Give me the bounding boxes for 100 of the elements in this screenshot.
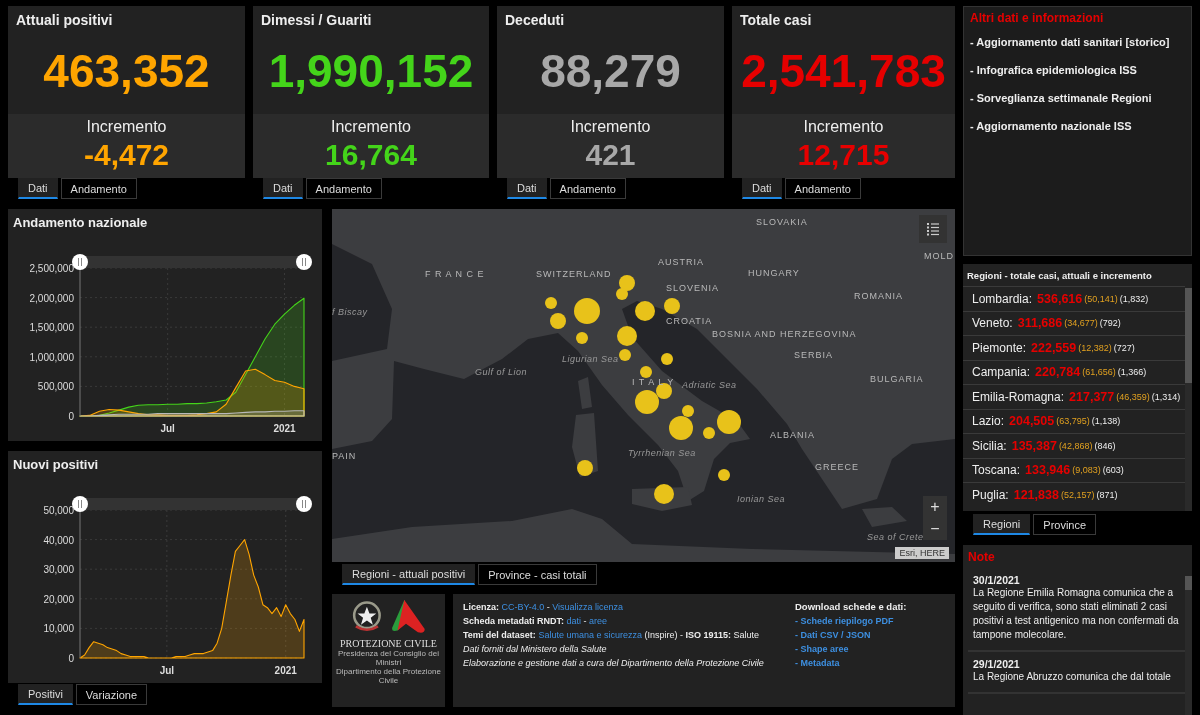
link[interactable]: dati: [566, 616, 582, 626]
region-increment: (792): [1099, 318, 1121, 329]
region-name: Campania:: [972, 365, 1031, 380]
note-text: La Regione Emilia Romagna comunica che a seguito di verifica, sono stati eliminati 2 casi positivi a test antigenico ma non confermati da tampone molecolare.: [973, 586, 1180, 642]
y-tick-label: 50,000: [43, 505, 74, 516]
region-row[interactable]: Piemonte: 222,559 (12,382) (727): [963, 335, 1185, 360]
tab[interactable]: Positivi: [18, 684, 73, 705]
map-label: Sea of Crete: [867, 532, 924, 542]
region-current: (9,083): [1072, 465, 1101, 476]
info-link[interactable]: - Sorveglianza settimanale Regioni: [970, 91, 1185, 105]
region-total: 311,686: [1017, 316, 1063, 331]
region-current: (42,868): [1058, 440, 1093, 451]
range-slider[interactable]: [72, 254, 312, 270]
region-current: (52,157): [1060, 489, 1095, 500]
region-current: (12,382): [1078, 342, 1112, 353]
chart-title: Nuovi positivi: [12, 456, 100, 474]
legend-icon[interactable]: [919, 215, 947, 243]
tab[interactable]: Province - casi totali: [478, 564, 597, 585]
region-current: (34,677): [1064, 318, 1098, 329]
map-attribution: Esri, HERE: [895, 547, 949, 559]
tab[interactable]: Dati: [263, 178, 303, 199]
map-label: SLOVENIA: [666, 283, 720, 293]
info-link[interactable]: - Aggiornamento dati sanitari [storico]: [970, 35, 1185, 49]
download-link[interactable]: - Dati CSV / JSON: [795, 628, 945, 642]
x-tick-label: 2021: [273, 423, 296, 434]
info-line: Temi del dataset: Salute umana e sicurezza (Inspire) - ISO 19115: Salute: [463, 629, 761, 642]
map-label: SWITZERLAND: [536, 269, 612, 279]
increment-value: -4,472: [82, 138, 171, 172]
increment-value: 16,764: [324, 138, 418, 172]
tab[interactable]: Regioni: [973, 514, 1031, 535]
link[interactable]: Visualizza licenza: [552, 602, 624, 612]
increment-label: Incremento: [802, 118, 885, 136]
logo-subtitle: Dipartimento della Protezione Civile: [336, 667, 441, 685]
note-date: 29/1/2021: [973, 658, 1021, 670]
map-label: HUNGARY: [748, 268, 800, 278]
region-total: 217,377: [1069, 389, 1115, 404]
info-link[interactable]: - Infografica epidemiologica ISS: [970, 63, 1185, 77]
info-line: Scheda metadati RNDT: dati - aree: [463, 615, 609, 628]
region-name: Veneto:: [972, 316, 1013, 331]
region-row[interactable]: Lombardia: 536,616 (50,141) (1,832): [963, 286, 1185, 311]
region-total: 536,616: [1037, 291, 1083, 306]
region-total: 133,946: [1025, 463, 1071, 478]
region-row[interactable]: Sicilia: 135,387 (42,868) (846): [963, 433, 1185, 458]
download-link[interactable]: - Shape aree: [795, 642, 945, 656]
region-increment: (1,138): [1091, 416, 1121, 427]
tab[interactable]: Andamento: [305, 178, 382, 199]
tab[interactable]: Province: [1033, 514, 1097, 535]
y-tick-label: 30,000: [43, 564, 74, 576]
scrollbar[interactable]: [1185, 288, 1192, 511]
region-name: Sicilia:: [972, 438, 1007, 453]
tab[interactable]: Dati: [742, 178, 782, 199]
x-tick-label: Jul: [160, 423, 175, 434]
region-name: Lazio:: [972, 414, 1005, 429]
download-link[interactable]: - Schede riepilogo PDF: [795, 614, 945, 628]
region-increment: (871): [1096, 489, 1118, 500]
link[interactable]: Salute umana e sicurezza: [538, 630, 642, 640]
emblem-icon: [351, 600, 382, 634]
tab[interactable]: Dati: [18, 178, 58, 199]
y-tick-label: 2,000,000: [29, 292, 74, 304]
link[interactable]: aree: [589, 616, 608, 626]
card-title: Totale casi: [740, 12, 813, 28]
download-link[interactable]: - Metadata: [795, 656, 945, 670]
info-line: Licenza: CC-BY-4.0 - Visualizza licenza: [463, 601, 625, 614]
map-label: GREECE: [815, 462, 859, 472]
region-current: (63,795): [1056, 416, 1090, 427]
card-title: Deceduti: [505, 12, 566, 28]
map-label: f Biscay: [332, 307, 368, 317]
map-label: Ligurian Sea: [562, 354, 619, 364]
link[interactable]: CC-BY-4.0: [501, 602, 545, 612]
region-increment: (1,832): [1119, 293, 1149, 304]
info-link[interactable]: - Aggiornamento nazionale ISS: [970, 119, 1185, 133]
region-total: 121,838: [1013, 487, 1059, 502]
tab[interactable]: Andamento: [549, 178, 626, 199]
map-label: BULGARIA: [870, 374, 924, 384]
scrollbar[interactable]: [1185, 576, 1192, 715]
region-row[interactable]: Puglia: 121,838 (52,157) (871): [963, 482, 1185, 507]
region-increment: (846): [1094, 440, 1116, 451]
y-tick-label: 1,000,000: [29, 351, 74, 363]
chart-title: Andamento nazionale: [12, 214, 149, 232]
panel-title: Regioni - totale casi, attuali e incremento: [966, 269, 1153, 283]
region-name: Piemonte:: [972, 340, 1027, 355]
region-total: 220,784: [1035, 365, 1081, 380]
info-line: Dati forniti dal Ministero della Salute: [463, 643, 608, 656]
y-tick-label: 2,500,000: [29, 263, 74, 274]
map-label: Tyrrhenian Sea: [628, 448, 696, 458]
tab[interactable]: Dati: [507, 178, 547, 199]
tab[interactable]: Andamento: [784, 178, 861, 199]
region-row[interactable]: Emilia-Romagna: 217,377 (46,359) (1,314): [963, 384, 1185, 409]
map-label: F R A N C E: [425, 269, 485, 279]
y-tick-label: 0: [68, 411, 74, 422]
region-increment: (1,314): [1151, 391, 1181, 402]
map-label: MOLD: [924, 251, 954, 261]
tab[interactable]: Regioni - attuali positivi: [342, 564, 476, 585]
map-label: ROMANIA: [854, 291, 903, 301]
map-label: Adriatic Sea: [682, 380, 737, 390]
tab[interactable]: Andamento: [60, 178, 137, 199]
y-tick-label: 40,000: [43, 534, 74, 546]
range-slider[interactable]: [72, 496, 312, 512]
map-label: Gulf of Lion: [475, 367, 528, 377]
tab[interactable]: Variazione: [75, 684, 147, 705]
